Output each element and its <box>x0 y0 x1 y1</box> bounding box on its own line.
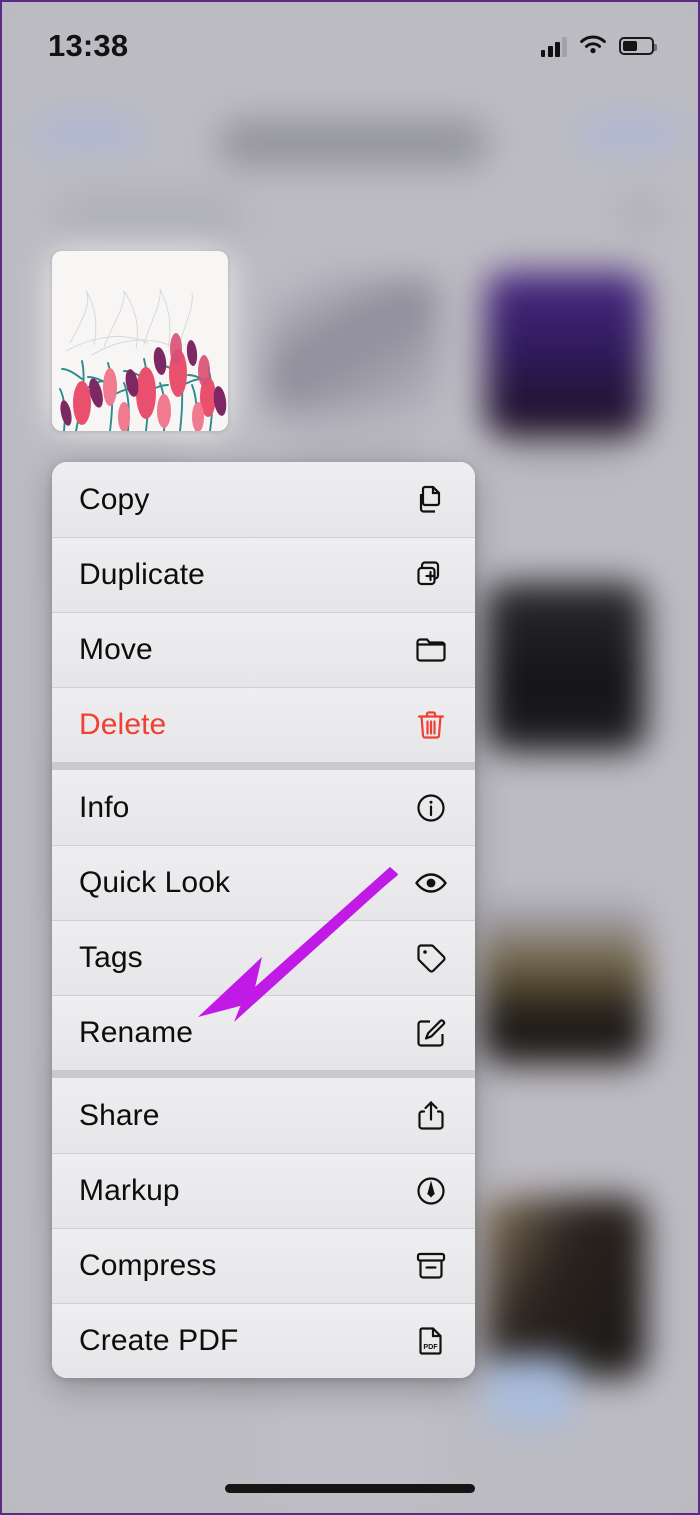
thumbnail-blurred <box>267 277 439 417</box>
context-menu-group: Copy Duplicate Move Delete <box>52 462 475 762</box>
filename-blurred <box>62 447 182 461</box>
status-bar: 13:38 <box>2 2 698 90</box>
pencil-square-icon <box>411 1013 451 1053</box>
doc-pdf-icon: PDF <box>411 1321 451 1361</box>
folder-icon <box>411 630 451 670</box>
thumbnail-blurred <box>482 897 647 1065</box>
battery-icon <box>619 37 657 55</box>
share-up-arrow-icon <box>411 1096 451 1136</box>
menu-item-label: Rename <box>79 1016 193 1049</box>
floral-illustration <box>52 251 228 431</box>
nav-title-blurred <box>218 120 488 166</box>
menu-item-markup[interactable]: Markup <box>52 1153 475 1228</box>
menu-item-label: Compress <box>79 1249 217 1282</box>
menu-item-label: Share <box>79 1098 160 1132</box>
context-menu-group: Info Quick Look Tags Rename <box>52 762 475 1070</box>
nav-action-button-blurred <box>580 117 680 151</box>
doc-on-doc-icon <box>411 480 451 520</box>
thumbnail-blurred <box>486 272 646 437</box>
menu-item-label: Copy <box>79 482 150 516</box>
wifi-icon <box>580 35 606 54</box>
thumbnail-blurred <box>484 1197 646 1377</box>
grid-toggle-blurred <box>622 202 662 226</box>
filename-blurred <box>287 442 417 456</box>
svg-text:PDF: PDF <box>423 1342 438 1351</box>
search-bar-blurred <box>58 192 243 244</box>
menu-item-copy[interactable]: Copy <box>52 462 475 537</box>
tag-icon <box>411 938 451 978</box>
info-circle-icon <box>411 788 451 828</box>
trash-icon <box>411 705 451 745</box>
menu-item-compress[interactable]: Compress <box>52 1228 475 1303</box>
menu-item-delete[interactable]: Delete <box>52 687 475 762</box>
thumbnail-blurred <box>486 1357 576 1427</box>
menu-item-label: Tags <box>79 941 143 974</box>
menu-item-create-pdf[interactable]: Create PDF PDF <box>52 1303 475 1378</box>
thumbnail-blurred <box>486 582 646 752</box>
menu-item-rename[interactable]: Rename <box>52 995 475 1070</box>
menu-item-tags[interactable]: Tags <box>52 920 475 995</box>
selected-file-thumbnail[interactable] <box>52 251 228 431</box>
filename-blurred <box>502 452 622 466</box>
menu-item-label: Create PDF <box>79 1324 239 1357</box>
menu-item-label: Move <box>79 633 153 666</box>
menu-item-quick-look[interactable]: Quick Look <box>52 845 475 920</box>
archivebox-icon <box>411 1246 451 1286</box>
iphone-screen: 13:38 Copy Duplicate Move Delete Info Qu… <box>0 0 700 1515</box>
home-indicator <box>225 1484 475 1493</box>
menu-item-label: Delete <box>79 708 167 741</box>
menu-item-move[interactable]: Move <box>52 612 475 687</box>
cellular-signal-icon <box>540 36 567 57</box>
plus-square-on-square-icon <box>411 555 451 595</box>
status-bar-clock: 13:38 <box>48 28 129 63</box>
menu-item-info[interactable]: Info <box>52 770 475 845</box>
eye-icon <box>411 863 451 903</box>
context-menu[interactable]: Copy Duplicate Move Delete Info Quick Lo… <box>52 462 475 1378</box>
context-menu-group: Share Markup Compress Create PDF PDF <box>52 1070 475 1378</box>
menu-item-label: Duplicate <box>79 558 205 591</box>
menu-item-label: Markup <box>79 1174 180 1207</box>
nav-back-button-blurred <box>32 117 142 151</box>
menu-item-label: Quick Look <box>79 866 231 899</box>
menu-item-label: Info <box>79 790 130 824</box>
menu-item-share[interactable]: Share <box>52 1078 475 1153</box>
menu-item-duplicate[interactable]: Duplicate <box>52 537 475 612</box>
pen-circle-icon <box>411 1171 451 1211</box>
status-bar-icons <box>540 35 657 57</box>
